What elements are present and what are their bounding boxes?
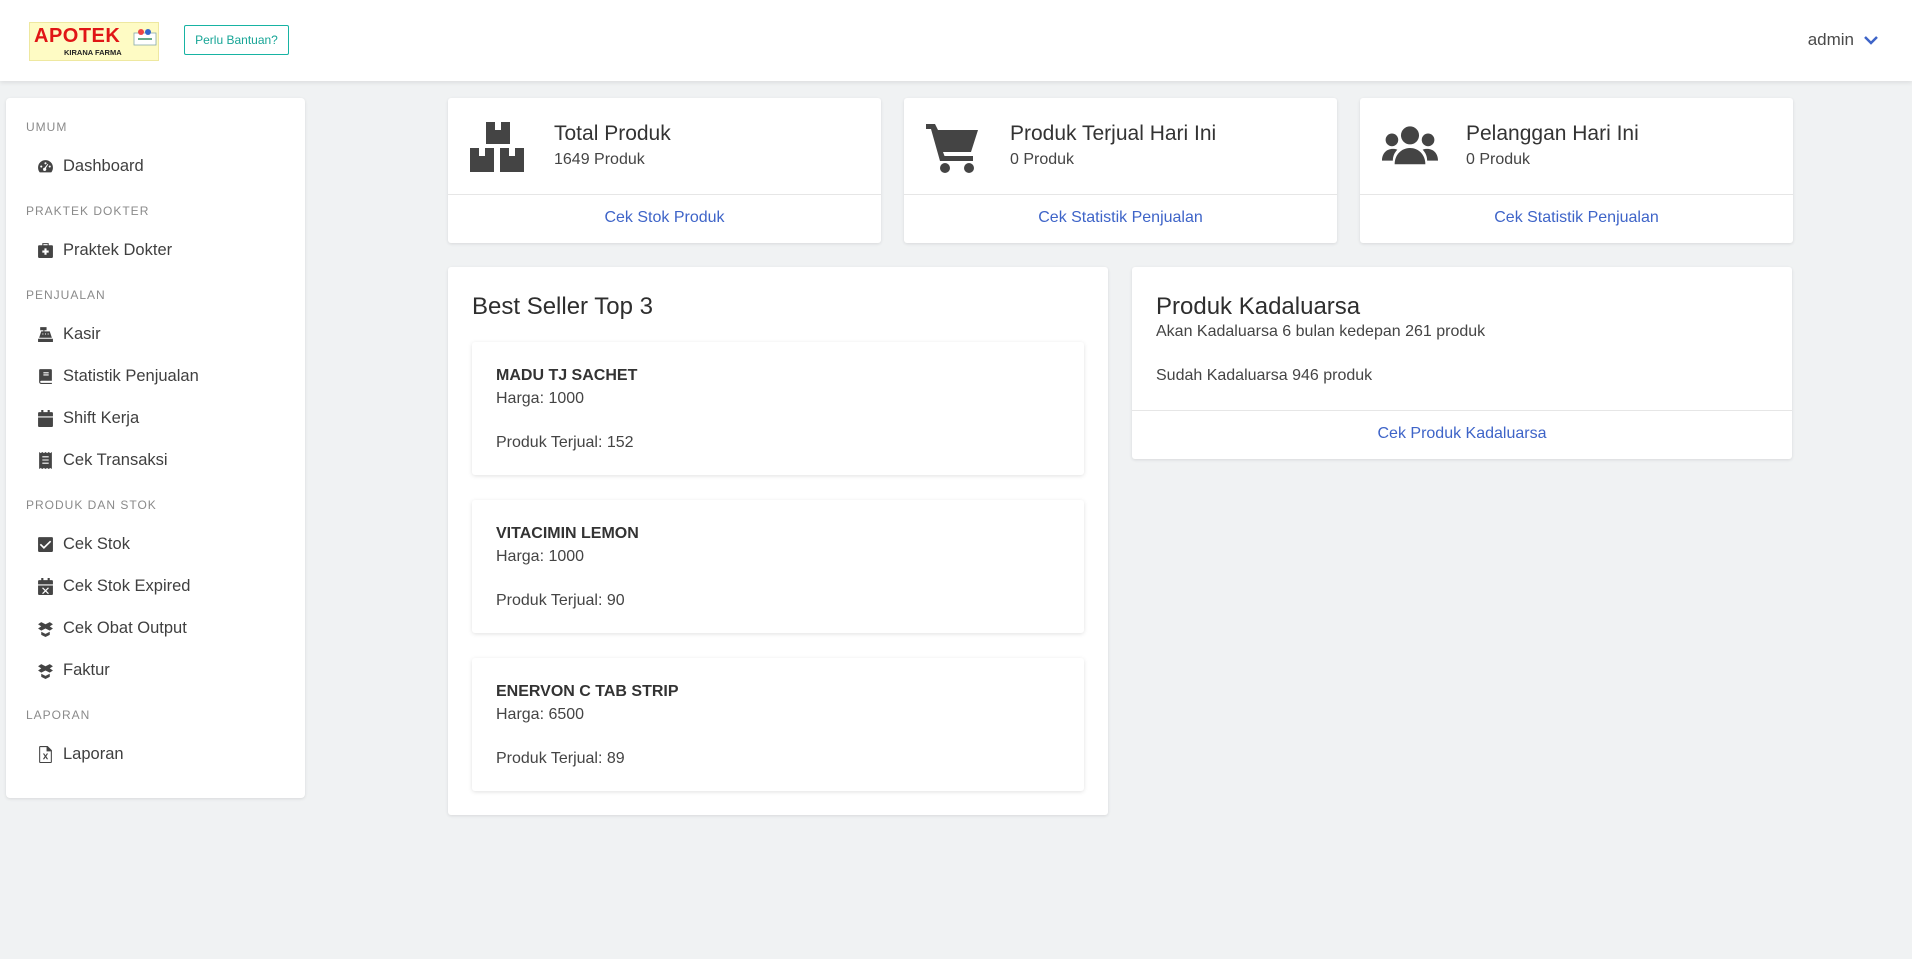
stat-card-total-produk: Total Produk 1649 Produk Cek Stok Produk bbox=[448, 98, 881, 243]
sidebar-item-cek-stok-expired[interactable]: Cek Stok Expired bbox=[37, 571, 190, 601]
product-sold: Produk Terjual: 89 bbox=[496, 750, 625, 767]
sidebar-item-laporan[interactable]: Laporan bbox=[37, 739, 124, 769]
sidebar-item-dashboard[interactable]: Dashboard bbox=[37, 151, 144, 181]
stat-title: Pelanggan Hari Ini bbox=[1466, 122, 1639, 145]
logo-subtext: KIRANA FARMA bbox=[64, 48, 122, 57]
sidebar-item-cek-stok[interactable]: Cek Stok bbox=[37, 529, 130, 559]
sidebar-item-shift-kerja[interactable]: Shift Kerja bbox=[37, 403, 139, 433]
sidebar-item-praktek-dokter[interactable]: Praktek Dokter bbox=[37, 235, 172, 265]
book-icon bbox=[39, 368, 52, 384]
sidebar: UMUM Dashboard PRAKTEK DOKTER Praktek Do… bbox=[6, 98, 305, 798]
sidebar-item-label: Praktek Dokter bbox=[63, 240, 173, 259]
product-name: VITACIMIN LEMON bbox=[496, 525, 639, 542]
product-name: ENERVON C TAB STRIP bbox=[496, 683, 679, 700]
product-price: Harga: 6500 bbox=[496, 706, 585, 723]
expired-title: Produk Kadaluarsa bbox=[1156, 293, 1361, 320]
sidebar-section-laporan: LAPORAN bbox=[26, 708, 91, 722]
receipt-icon bbox=[39, 451, 52, 469]
stat-title: Total Produk bbox=[554, 122, 671, 145]
product-sold: Produk Terjual: 90 bbox=[496, 592, 625, 609]
expiring-soon-text: Akan Kadaluarsa 6 bulan kedepan 261 prod… bbox=[1156, 323, 1486, 340]
sidebar-section-umum: UMUM bbox=[26, 120, 68, 134]
product-price: Harga: 1000 bbox=[496, 390, 585, 407]
cek-statistik-penjualan-link[interactable]: Cek Statistik Penjualan bbox=[904, 209, 1337, 227]
sidebar-item-label: Cek Stok bbox=[63, 534, 130, 553]
cash-register-icon bbox=[38, 326, 53, 342]
file-excel-icon bbox=[39, 745, 52, 763]
users-icon bbox=[1382, 126, 1438, 165]
logo-text: APOTEK bbox=[34, 25, 121, 47]
sidebar-item-cek-transaksi[interactable]: Cek Transaksi bbox=[37, 445, 168, 475]
boxes-icon bbox=[38, 663, 53, 679]
sidebar-item-statistik-penjualan[interactable]: Statistik Penjualan bbox=[37, 361, 199, 391]
stat-value: 0 Produk bbox=[1466, 151, 1531, 168]
sidebar-item-label: Cek Stok Expired bbox=[63, 576, 191, 595]
sidebar-item-label: Statistik Penjualan bbox=[63, 366, 199, 385]
best-seller-item: ENERVON C TAB STRIP Harga: 6500 Produk T… bbox=[472, 658, 1084, 791]
pharmacy-emblem-icon bbox=[133, 29, 157, 46]
best-seller-card: Best Seller Top 3 MADU TJ SACHET Harga: … bbox=[448, 267, 1108, 815]
stat-card-produk-terjual: Produk Terjual Hari Ini 0 Produk Cek Sta… bbox=[904, 98, 1337, 243]
sidebar-item-label: Faktur bbox=[63, 660, 110, 679]
apotek-logo[interactable]: APOTEK KIRANA FARMA bbox=[29, 22, 159, 61]
cek-stok-produk-link[interactable]: Cek Stok Produk bbox=[448, 209, 881, 227]
sidebar-item-label: Cek Transaksi bbox=[63, 450, 168, 469]
sidebar-item-label: Kasir bbox=[63, 324, 101, 343]
sidebar-item-label: Shift Kerja bbox=[63, 408, 140, 427]
user-menu[interactable]: admin bbox=[1808, 30, 1878, 50]
sidebar-section-praktek: PRAKTEK DOKTER bbox=[26, 204, 150, 218]
check-square-icon bbox=[38, 536, 53, 552]
cek-statistik-penjualan-link[interactable]: Cek Statistik Penjualan bbox=[1360, 209, 1793, 227]
cart-icon bbox=[926, 124, 978, 173]
divider bbox=[448, 194, 881, 195]
sidebar-item-label: Dashboard bbox=[63, 156, 144, 175]
product-name: MADU TJ SACHET bbox=[496, 367, 638, 384]
help-button[interactable]: Perlu Bantuan? bbox=[184, 25, 289, 55]
sidebar-item-label: Cek Obat Output bbox=[63, 618, 187, 637]
calendar-x-icon bbox=[38, 577, 53, 595]
calendar-icon bbox=[38, 409, 53, 427]
stat-title: Produk Terjual Hari Ini bbox=[1010, 122, 1217, 145]
sidebar-item-faktur[interactable]: Faktur bbox=[37, 655, 110, 685]
stat-value: 1649 Produk bbox=[554, 151, 645, 168]
sidebar-section-penjualan: PENJUALAN bbox=[26, 288, 106, 302]
best-seller-item: MADU TJ SACHET Harga: 1000 Produk Terjua… bbox=[472, 342, 1084, 475]
sidebar-item-kasir[interactable]: Kasir bbox=[37, 319, 101, 349]
divider bbox=[1360, 194, 1793, 195]
best-seller-item: VITACIMIN LEMON Harga: 1000 Produk Terju… bbox=[472, 500, 1084, 633]
user-name: admin bbox=[1807, 30, 1854, 49]
already-expired-text: Sudah Kadaluarsa 946 produk bbox=[1156, 367, 1373, 384]
product-sold: Produk Terjual: 152 bbox=[496, 434, 634, 451]
product-price: Harga: 1000 bbox=[496, 548, 585, 565]
stat-value: 0 Produk bbox=[1010, 151, 1075, 168]
divider bbox=[904, 194, 1337, 195]
boxes-icon bbox=[38, 621, 53, 637]
best-seller-title: Best Seller Top 3 bbox=[472, 293, 653, 320]
sidebar-item-cek-obat-output[interactable]: Cek Obat Output bbox=[37, 613, 187, 643]
sidebar-item-label: Laporan bbox=[63, 744, 124, 763]
top-navbar: APOTEK KIRANA FARMA Perlu Bantuan? admin bbox=[0, 0, 1912, 81]
stat-card-pelanggan: Pelanggan Hari Ini 0 Produk Cek Statisti… bbox=[1360, 98, 1793, 243]
divider bbox=[1132, 410, 1792, 411]
expired-products-card: Produk Kadaluarsa Akan Kadaluarsa 6 bula… bbox=[1132, 267, 1792, 459]
dashboard-icon bbox=[38, 159, 53, 172]
sidebar-section-produk: PRODUK DAN STOK bbox=[26, 498, 157, 512]
boxes-icon bbox=[470, 122, 524, 172]
medkit-icon bbox=[38, 242, 53, 258]
chevron-down-icon bbox=[1864, 36, 1878, 45]
cek-produk-kadaluarsa-link[interactable]: Cek Produk Kadaluarsa bbox=[1132, 425, 1792, 443]
